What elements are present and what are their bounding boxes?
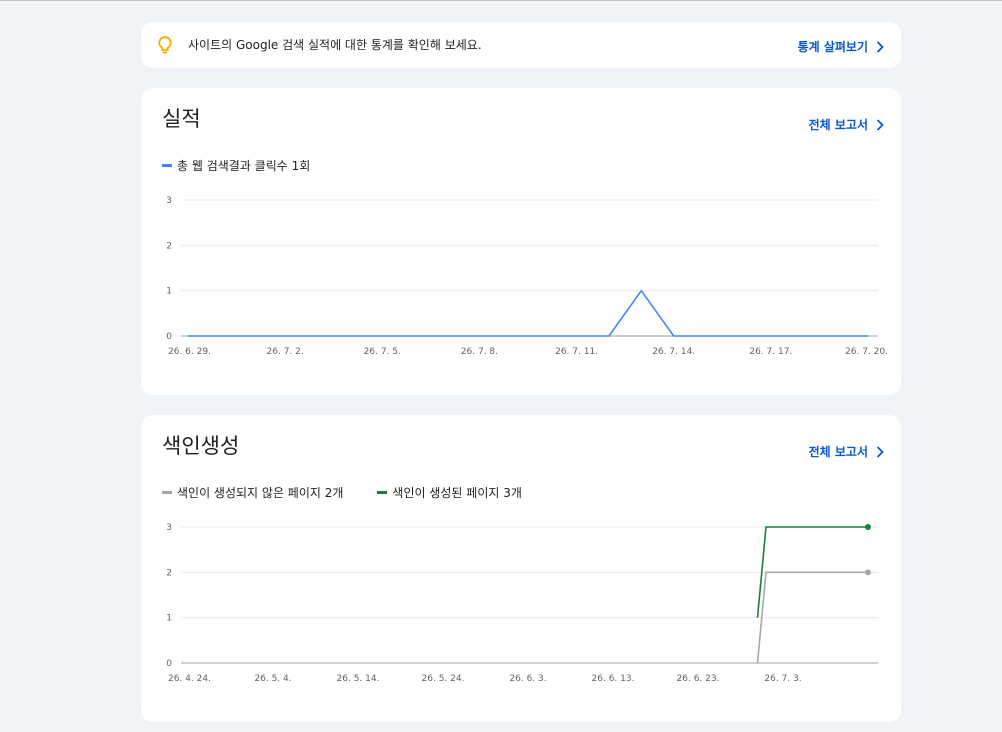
x-tick-label: 26. 7. 3. [764,674,801,684]
x-tick-label: 26. 5. 4. [254,674,291,684]
insights-tip-card: 사이트의 Google 검색 실적에 대한 통계를 확인해 보세요. 통계 살펴… [141,22,901,68]
performance-card: 실적 전체 보고서 총 웹 검색결과 클릭수 1회 0 1 2 3 26. 6. 29.… [141,88,901,395]
series-end-point-not-indexed [865,569,871,576]
x-tick-label: 26. 7. 20. [845,347,888,357]
lightbulb-icon [158,36,172,54]
x-tick-label: 26. 5. 24. [422,674,465,684]
explore-stats-link[interactable]: 통계 살펴보기 [798,38,884,55]
performance-chart: 0 1 2 3 26. 6. 29. 26. 7. 2. 26. 7. 5. 26. 7. 8… [166,196,888,357]
top-divider [0,0,1002,1]
tip-message: 사이트의 Google 검색 실적에 대한 통계를 확인해 보세요. [188,38,482,52]
x-tick-label: 26. 6. 3. [509,674,546,684]
x-tick-label: 26. 7. 11. [555,347,598,357]
x-tick-label: 26. 7. 8. [461,347,498,357]
x-tick-label: 26. 7. 2. [267,347,304,357]
y-tick-label: 1 [166,287,172,297]
y-tick-label: 3 [166,523,172,533]
x-tick-label: 26. 7. 17. [749,347,792,357]
y-tick-label: 3 [166,196,172,206]
x-tick-label: 26. 6. 29. [168,347,211,357]
series-line-clicks [188,289,868,337]
indexing-card: 색인생성 전체 보고서 색인이 생성되지 않은 페이지 2개 색인이 생성된 페… [141,415,901,722]
y-tick-label: 0 [166,332,172,342]
y-tick-label: 2 [166,568,172,578]
chevron-right-icon [876,40,884,53]
explore-stats-label: 통계 살펴보기 [797,40,868,54]
x-tick-label: 26. 6. 13. [592,674,635,684]
x-tick-label: 26. 7. 14. [652,347,695,357]
y-tick-label: 0 [166,659,172,669]
x-tick-label: 26. 6. 23. [677,674,720,684]
y-tick-label: 2 [166,241,172,251]
x-tick-label: 26. 5. 14. [337,674,380,684]
x-tick-label: 26. 4. 24. [168,674,211,684]
indexing-chart: 0 1 2 3 26. 4. 24. 26. 5. 4. 26. 5. 14. 26. 5. … [166,523,878,684]
series-end-point-indexed [865,524,871,530]
x-tick-label: 26. 7. 5. [364,347,401,357]
y-tick-label: 1 [166,614,172,624]
